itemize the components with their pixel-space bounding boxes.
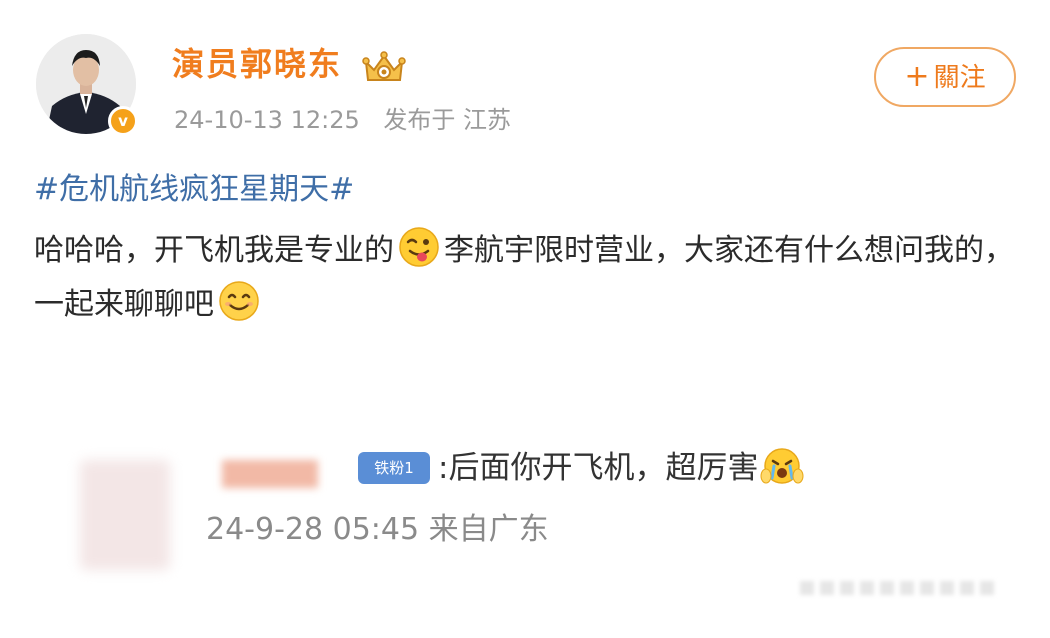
comment-content: :后面你开飞机，超厉害 bbox=[438, 450, 759, 486]
topic-hashtag[interactable]: #危机航线疯狂星期天# bbox=[34, 170, 354, 210]
post-body: 哈哈哈，开飞机我是专业的 李航宇限时营业，大家还有什么想问我的，一起来聊聊吧 bbox=[34, 224, 1024, 332]
post-timestamp: 24-10-13 12:25 bbox=[174, 106, 360, 134]
post-text-part1: 哈哈哈，开飞机我是专业的 bbox=[34, 233, 394, 268]
verified-badge-icon: v bbox=[108, 106, 138, 136]
avatar[interactable]: v bbox=[36, 34, 138, 136]
follow-label: 關注 bbox=[933, 63, 986, 93]
blurred-avatar bbox=[80, 460, 170, 570]
crying-clap-emoji-icon bbox=[760, 448, 804, 484]
fan-badge: 铁粉1 bbox=[358, 452, 430, 484]
weibo-post: v 演员郭晓东 24-10-13 12:25 发布于 江苏 + 關注 #危机航线疯… bbox=[0, 0, 1050, 638]
crown-icon bbox=[362, 51, 406, 81]
post-meta: 24-10-13 12:25 发布于 江苏 bbox=[174, 104, 527, 136]
blurred-username bbox=[222, 460, 318, 488]
plus-icon: + bbox=[904, 59, 930, 94]
comment-meta: 24-9-28 05:45 来自广东 bbox=[206, 510, 549, 550]
comment-timestamp: 24-9-28 05:45 bbox=[206, 512, 420, 547]
follow-button[interactable]: + 關注 bbox=[874, 47, 1016, 107]
comment-text: :后面你开飞机，超厉害 bbox=[438, 446, 804, 490]
username[interactable]: 演员郭晓东 bbox=[172, 44, 342, 84]
wink-tongue-emoji-icon bbox=[399, 227, 439, 267]
smile-emoji-icon bbox=[219, 281, 259, 321]
watermark bbox=[800, 581, 994, 595]
post-location: 发布于 江苏 bbox=[383, 106, 512, 134]
comment-source: 来自广东 bbox=[428, 512, 549, 547]
